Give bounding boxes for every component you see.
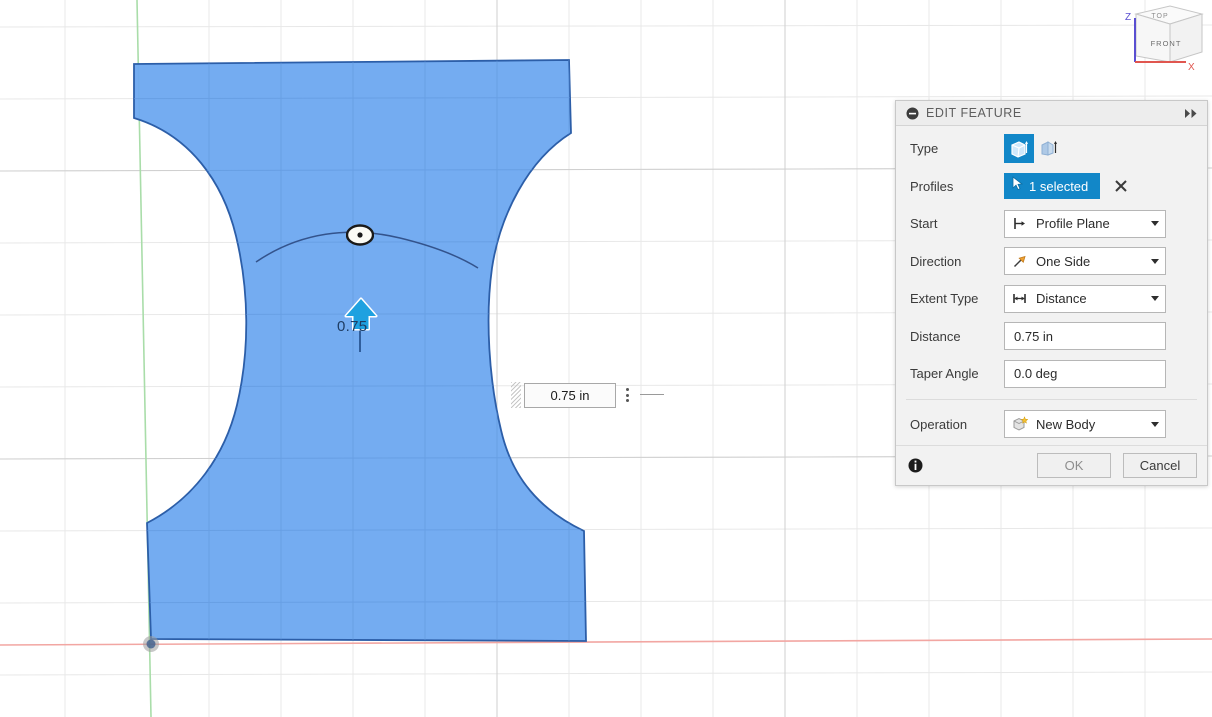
minus-circle-icon[interactable] [906, 107, 919, 120]
viewcube-z-label: Z [1125, 12, 1131, 23]
operation-dropdown[interactable]: New Body [1004, 410, 1166, 439]
new-body-icon [1012, 416, 1029, 432]
view-cube[interactable]: TOP FRONT Z X [1108, 0, 1212, 84]
operation-value: New Body [1036, 416, 1096, 432]
dimension-options-menu-icon[interactable] [616, 383, 638, 408]
label-taper-angle: Taper Angle [910, 366, 979, 382]
origin-point[interactable] [141, 634, 161, 654]
taper-angle-input[interactable]: 0.0 deg [1004, 359, 1166, 388]
section-divider [906, 398, 1197, 400]
viewcube-front-label: FRONT [1151, 39, 1182, 48]
profiles-value: 1 selected [1029, 178, 1089, 194]
solid-extrude-icon[interactable] [1004, 134, 1034, 164]
label-direction: Direction [910, 253, 962, 269]
start-dropdown[interactable]: Profile Plane [1004, 209, 1166, 238]
chevron-down-icon[interactable] [1145, 221, 1165, 227]
drag-grip-icon[interactable] [511, 382, 521, 408]
chevron-down-icon[interactable] [1145, 421, 1165, 427]
viewcube-x-label: X [1188, 62, 1195, 73]
profile-plane-icon [1012, 216, 1029, 231]
label-distance: Distance [910, 328, 961, 344]
row-type: Type [896, 130, 1207, 168]
start-value: Profile Plane [1036, 216, 1110, 232]
edit-feature-panel[interactable]: EDIT FEATURE Type Profiles 1 selected St… [895, 100, 1208, 486]
label-start: Start [910, 216, 938, 232]
panel-footer: OK Cancel [896, 445, 1207, 485]
chevron-down-icon[interactable] [1145, 258, 1165, 264]
one-side-arrow-icon [1012, 254, 1029, 269]
panel-header[interactable]: EDIT FEATURE [896, 101, 1207, 126]
profiles-select-button[interactable]: 1 selected [1004, 173, 1100, 200]
label-type: Type [910, 141, 939, 157]
double-chevron-right-icon[interactable] [1184, 108, 1199, 119]
cad-application-window: TOP FRONT Z X 0.75 0.75 in EDIT FEATURE … [0, 0, 1212, 717]
arc-drag-handle[interactable] [346, 221, 374, 249]
label-profiles: Profiles [910, 178, 954, 194]
dimension-leader-line [640, 394, 664, 395]
direction-dropdown[interactable]: One Side [1004, 247, 1166, 276]
manipulator-distance-label: 0.75 [337, 318, 368, 335]
label-extent-type: Extent Type [910, 291, 979, 307]
close-x-icon[interactable] [1112, 177, 1130, 195]
canvas-dimension-input[interactable]: 0.75 in [511, 381, 638, 409]
row-operation: Operation New Body [896, 406, 1207, 444]
extent-type-dropdown[interactable]: Distance [1004, 284, 1166, 313]
row-extent-type: Extent Type Distance [896, 280, 1207, 318]
extent-type-value: Distance [1036, 291, 1087, 307]
ok-button[interactable]: OK [1037, 453, 1111, 478]
info-icon[interactable] [908, 458, 923, 473]
distance-measure-icon [1012, 291, 1029, 306]
cancel-button[interactable]: Cancel [1123, 453, 1197, 478]
label-operation: Operation [910, 416, 968, 432]
panel-body: Type Profiles 1 selected Start Profile P… [896, 126, 1207, 445]
row-taper-angle: Taper Angle 0.0 deg [896, 355, 1207, 393]
thin-extrude-icon[interactable] [1034, 134, 1064, 163]
distance-input[interactable]: 0.75 in [1004, 322, 1166, 351]
row-profiles: Profiles 1 selected [896, 168, 1207, 206]
cursor-arrow-icon [1011, 176, 1024, 196]
chevron-down-icon[interactable] [1145, 296, 1165, 302]
panel-title: EDIT FEATURE [926, 106, 1022, 120]
row-direction: Direction One Side [896, 243, 1207, 281]
row-start: Start Profile Plane [896, 205, 1207, 243]
dimension-value-input[interactable]: 0.75 in [524, 382, 616, 408]
direction-value: One Side [1036, 253, 1091, 269]
row-distance: Distance 0.75 in [896, 318, 1207, 356]
